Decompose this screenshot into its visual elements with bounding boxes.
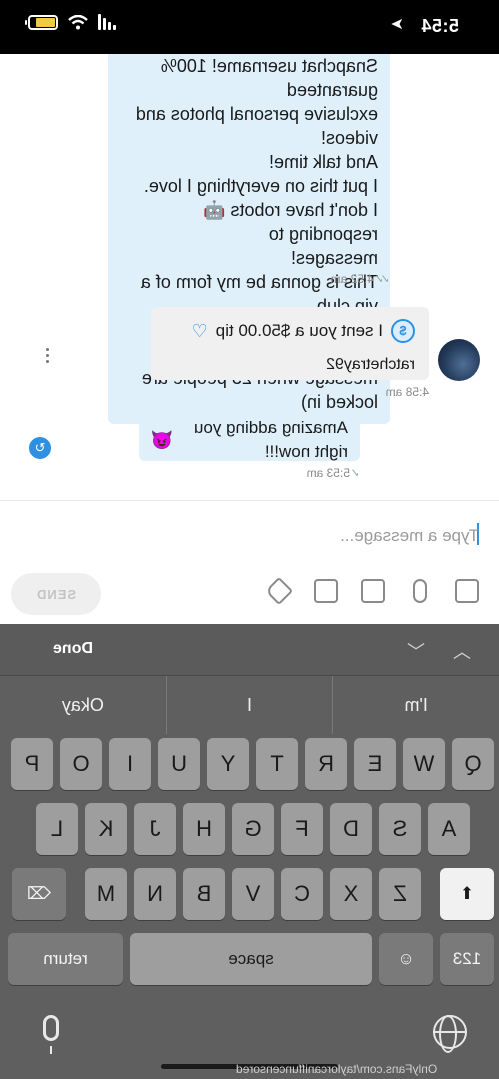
incoming-message-bubble[interactable]: Amazing adding you right now!!! 😈 bbox=[139, 418, 360, 461]
key-b[interactable]: B bbox=[183, 868, 225, 920]
key-i[interactable]: I bbox=[109, 738, 151, 790]
letter-keys: ZXCVBNM bbox=[85, 868, 421, 920]
key-c[interactable]: C bbox=[281, 868, 323, 920]
key-a[interactable]: A bbox=[428, 803, 470, 855]
message-time: 4:58 am bbox=[385, 385, 429, 399]
message-input[interactable] bbox=[19, 521, 479, 551]
cellular-signal-icon bbox=[98, 14, 116, 30]
key-y[interactable]: Y bbox=[207, 738, 249, 790]
key-row-3: ⬆ ZXCVBNM ⌫ bbox=[12, 868, 494, 920]
keyboard-toolbar: ︿ ﹀ Done bbox=[0, 624, 499, 676]
battery-level bbox=[36, 17, 55, 27]
key-t[interactable]: T bbox=[256, 738, 298, 790]
message-time: 4:52 am bbox=[330, 272, 374, 286]
more-options-icon[interactable] bbox=[45, 348, 51, 363]
key-x[interactable]: X bbox=[330, 868, 372, 920]
suggestion-item[interactable]: I bbox=[166, 676, 334, 734]
key-f[interactable]: F bbox=[281, 803, 323, 855]
key-g[interactable]: G bbox=[232, 803, 274, 855]
composer-toolbar bbox=[264, 576, 479, 606]
chevron-up-icon[interactable]: ︿ bbox=[453, 638, 471, 664]
message-time: 5:53 am bbox=[306, 466, 350, 480]
dollar-icon: $ bbox=[391, 319, 415, 343]
tip-line: $ I sent you a $50.00 tip ♡ bbox=[165, 319, 415, 343]
key-u[interactable]: U bbox=[158, 738, 200, 790]
image-icon[interactable] bbox=[455, 579, 479, 603]
media-vault-icon[interactable] bbox=[361, 579, 385, 603]
status-icons bbox=[28, 14, 116, 30]
key-j[interactable]: J bbox=[134, 803, 176, 855]
key-m[interactable]: M bbox=[85, 868, 127, 920]
key-n[interactable]: N bbox=[134, 868, 176, 920]
globe-icon[interactable] bbox=[433, 1015, 467, 1049]
key-v[interactable]: V bbox=[232, 868, 274, 920]
key-d[interactable]: D bbox=[330, 803, 372, 855]
mirrored-screen: 5:54 ➤ Snapchat username! 100% guarantee… bbox=[0, 0, 499, 1079]
heart-icon: ♡ bbox=[191, 321, 208, 341]
backspace-key[interactable]: ⌫ bbox=[12, 868, 66, 920]
done-button[interactable]: Done bbox=[53, 640, 93, 658]
key-w[interactable]: W bbox=[403, 738, 445, 790]
read-checks-icon: ✓ bbox=[353, 466, 360, 480]
message-text: Amazing adding you right now!!! bbox=[193, 418, 348, 461]
tip-text: I sent you a $50.00 tip bbox=[215, 321, 383, 340]
message-meta: ✓✓ 4:52 am bbox=[331, 272, 390, 286]
keyboard: I'm I Okay QWERTYUIOP ASDFGHJKL ⬆ ZXCVBN… bbox=[0, 676, 499, 1079]
message-emoji: 😈 bbox=[151, 430, 174, 450]
key-l[interactable]: L bbox=[36, 803, 78, 855]
tip-username: ratchetray92 bbox=[326, 356, 415, 373]
location-arrow-icon: ➤ bbox=[390, 16, 404, 33]
key-o[interactable]: O bbox=[60, 738, 102, 790]
read-checks-icon: ✓✓ bbox=[377, 272, 390, 286]
chat-thread[interactable]: Snapchat username! 100% guaranteed exclu… bbox=[0, 54, 499, 500]
status-bar: 5:54 ➤ bbox=[0, 0, 499, 54]
mic-icon[interactable] bbox=[413, 579, 427, 603]
avatar[interactable] bbox=[438, 339, 480, 381]
price-tag-icon[interactable] bbox=[264, 576, 294, 606]
numbers-key[interactable]: 123 bbox=[440, 933, 494, 985]
tip-message-bubble[interactable]: $ I sent you a $50.00 tip ♡ ratchetray92 bbox=[151, 307, 429, 380]
key-q[interactable]: Q bbox=[452, 738, 494, 790]
key-row-2: ASDFGHJKL bbox=[36, 803, 470, 855]
message-meta: 4:58 am bbox=[386, 385, 429, 399]
space-key[interactable]: space bbox=[130, 933, 372, 985]
key-r[interactable]: R bbox=[305, 738, 347, 790]
key-e[interactable]: E bbox=[354, 738, 396, 790]
send-button[interactable]: SEND bbox=[11, 573, 101, 615]
key-p[interactable]: P bbox=[11, 738, 53, 790]
return-key[interactable]: return bbox=[8, 933, 123, 985]
schedule-icon[interactable] bbox=[314, 579, 338, 603]
suggestion-bar: I'm I Okay bbox=[0, 676, 499, 734]
suggestion-item[interactable]: Okay bbox=[0, 676, 167, 734]
keyboard-bottom-bar bbox=[0, 1011, 499, 1061]
dictation-mic-icon[interactable] bbox=[43, 1015, 59, 1041]
key-k[interactable]: K bbox=[85, 803, 127, 855]
key-row-1: QWERTYUIOP bbox=[11, 738, 494, 790]
status-time: 5:54 bbox=[420, 16, 459, 36]
key-s[interactable]: S bbox=[379, 803, 421, 855]
suggestion-item[interactable]: I'm bbox=[333, 676, 499, 734]
shift-key[interactable]: ⬆ bbox=[440, 868, 494, 920]
emoji-key[interactable]: ☺ bbox=[379, 933, 433, 985]
battery-icon bbox=[28, 14, 58, 30]
key-row-4: 123 ☺ space return bbox=[8, 933, 494, 985]
key-h[interactable]: H bbox=[183, 803, 225, 855]
watermark: OnlyFans.com/taylorcaniffuncensored bbox=[236, 1062, 438, 1076]
reply-icon[interactable]: ↻ bbox=[29, 437, 51, 459]
message-meta: ✓ 5:53 am bbox=[307, 466, 360, 480]
message-composer: SEND bbox=[0, 500, 499, 624]
key-z[interactable]: Z bbox=[379, 868, 421, 920]
chevron-down-icon[interactable]: ﹀ bbox=[407, 638, 425, 664]
wifi-icon bbox=[68, 14, 88, 29]
